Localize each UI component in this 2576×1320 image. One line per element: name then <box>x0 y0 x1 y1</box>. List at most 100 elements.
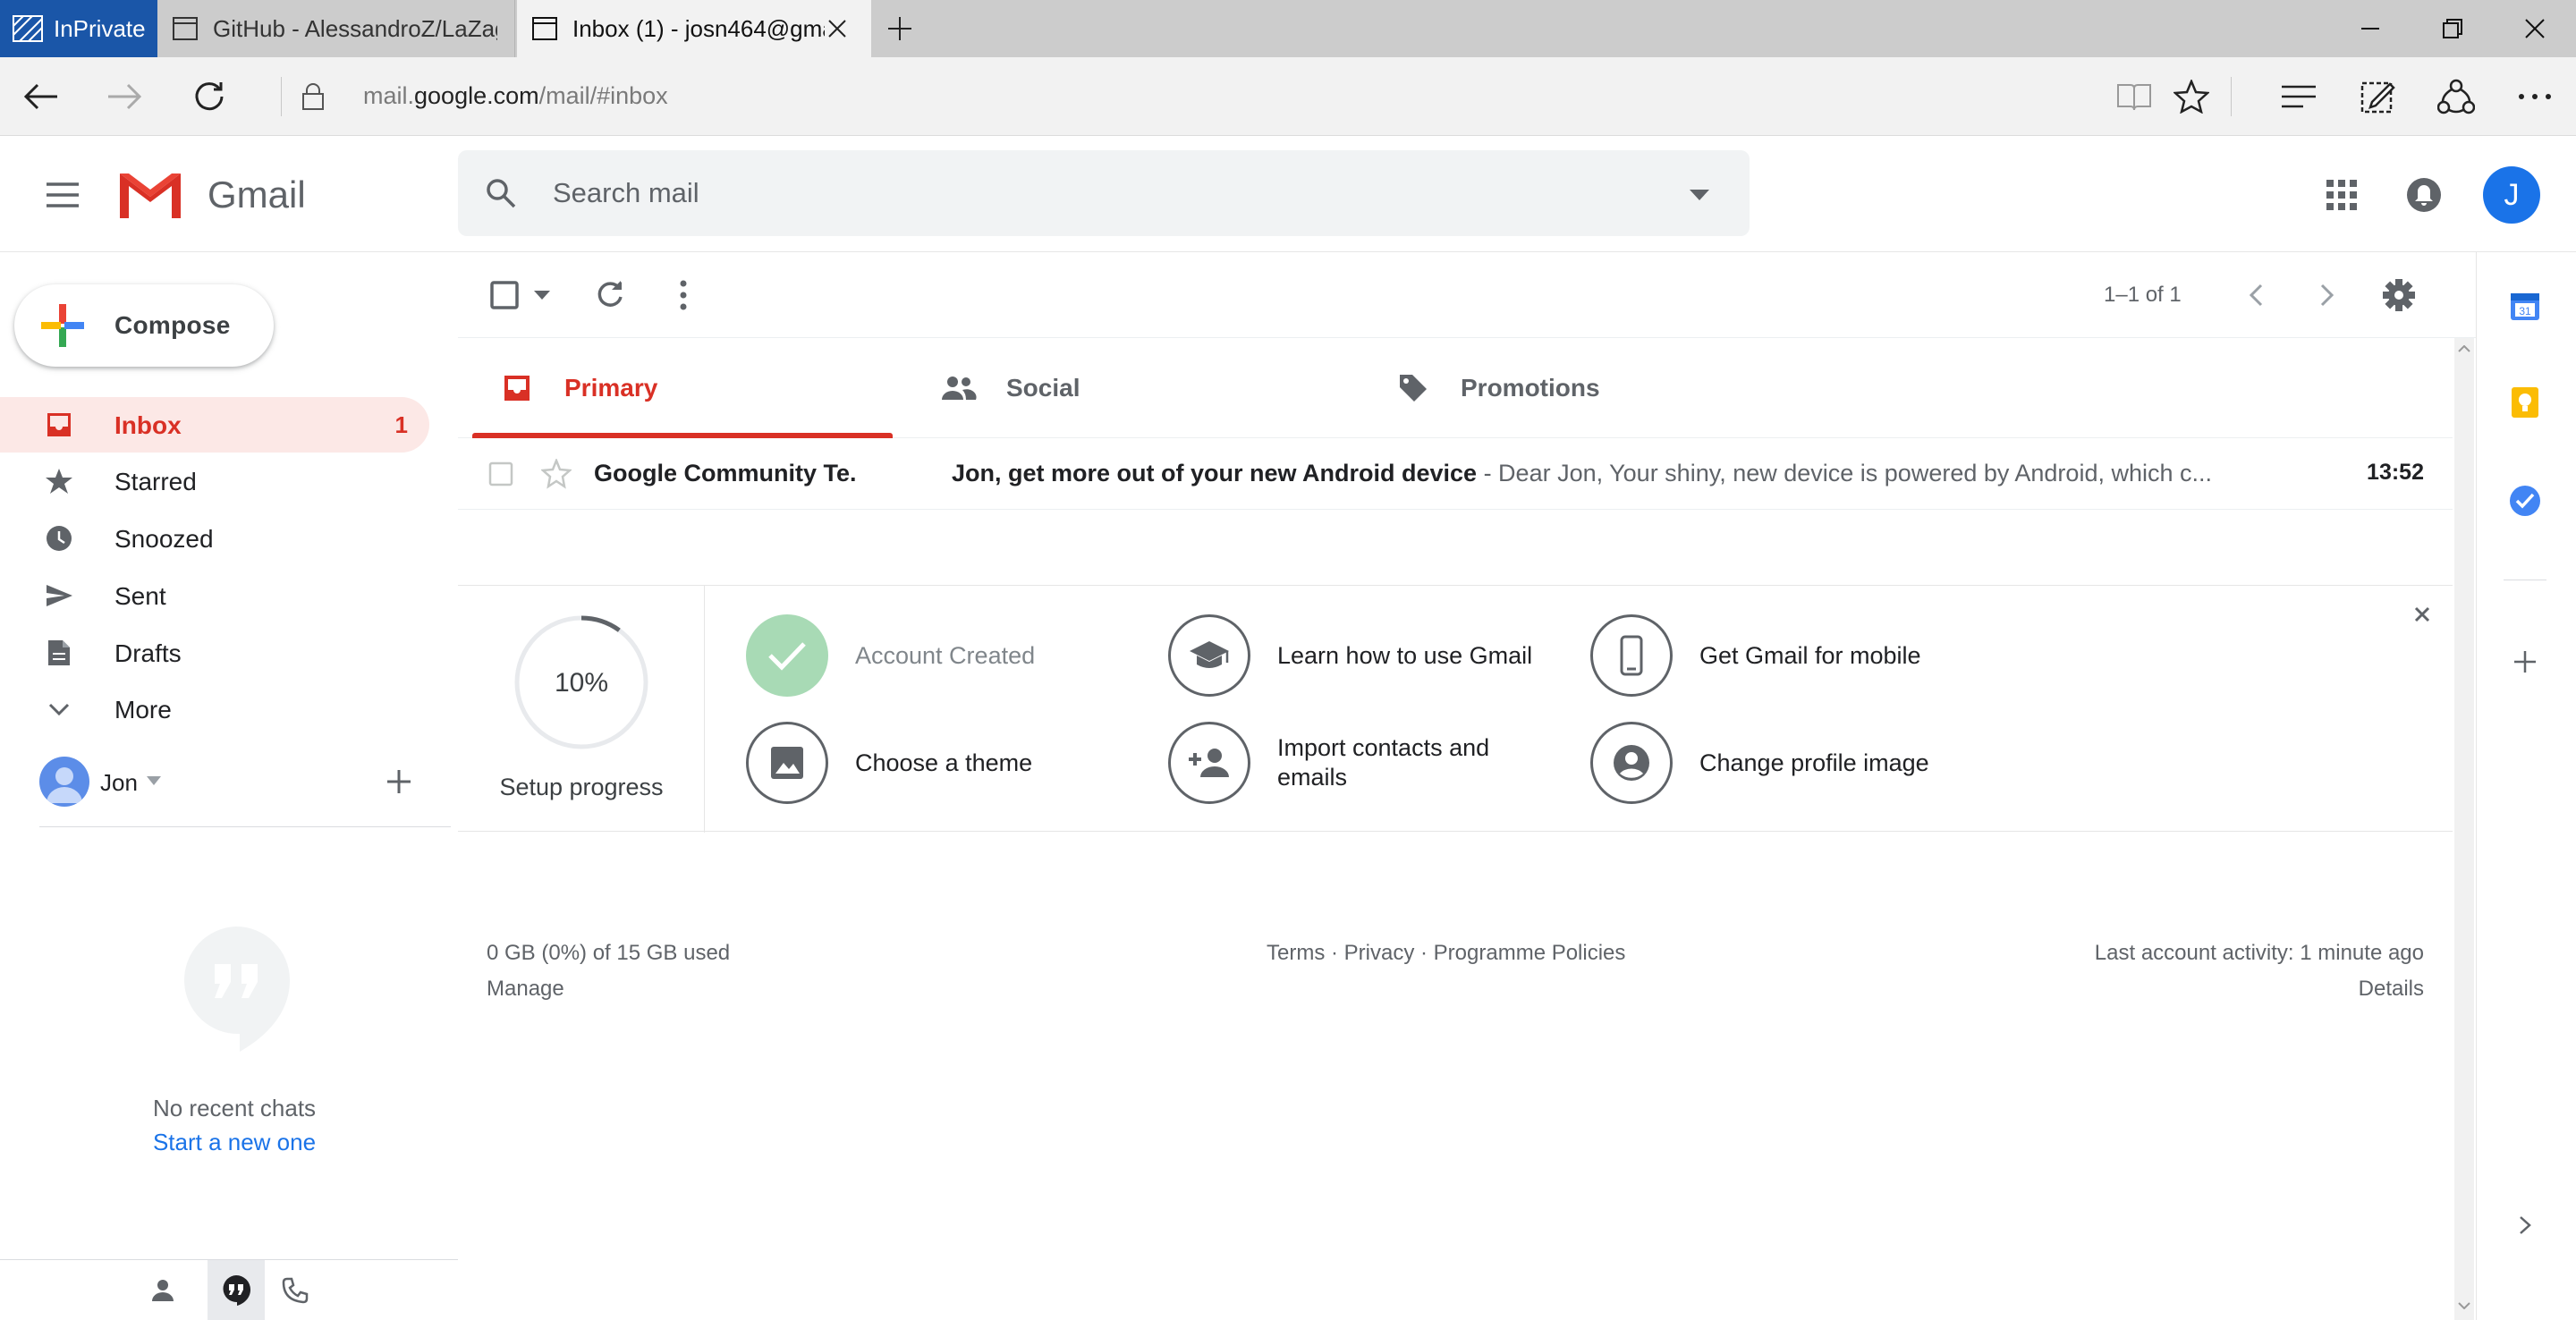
side-panel: 31 <box>2476 252 2576 1320</box>
tab-title: Inbox (1) - josn464@gmail.com <box>572 14 825 42</box>
sidebar-item-drafts[interactable]: Drafts <box>0 625 429 681</box>
main-menu-icon[interactable] <box>39 172 86 218</box>
web-note-icon[interactable] <box>2354 73 2401 120</box>
chevron-left-icon[interactable] <box>2234 274 2277 317</box>
inprivate-badge: InPrivate <box>0 0 157 57</box>
search-options-caret-icon[interactable] <box>1682 177 1717 213</box>
browser-tab-inbox[interactable]: Inbox (1) - josn464@gmail.com <box>517 0 871 57</box>
search-bar[interactable] <box>458 150 1750 236</box>
tab-label: Social <box>1006 374 1080 402</box>
footer-links[interactable]: Terms · Privacy · Programme Policies <box>1267 941 1625 966</box>
select-all-checkbox[interactable] <box>483 274 526 317</box>
sidebar-item-label: More <box>114 696 172 723</box>
sidebar-item-label: Drafts <box>114 639 182 667</box>
reading-view-icon[interactable] <box>2111 73 2157 120</box>
sidebar-item-sent[interactable]: Sent <box>0 568 429 623</box>
more-dots-icon[interactable] <box>2512 73 2558 120</box>
email-snippet: - Dear Jon, Your shiny, new device is po… <box>1477 460 2212 487</box>
restore-icon[interactable] <box>2411 0 2494 57</box>
scroll-up-icon[interactable] <box>2454 338 2474 360</box>
refresh-mail-icon[interactable] <box>589 274 631 317</box>
chevron-right-icon[interactable] <box>2306 274 2349 317</box>
activity-details-link[interactable]: Details <box>2359 977 2424 1002</box>
email-list-row[interactable]: Google Community Te. Jon, get more out o… <box>458 438 2453 510</box>
gmail-wordmark[interactable]: Gmail <box>208 173 306 216</box>
forward-arrow-icon[interactable] <box>101 73 148 120</box>
sidebar-item-inbox[interactable]: Inbox 1 <box>0 397 429 453</box>
email-subject: Jon, get more out of your new Android de… <box>952 460 1478 487</box>
window-close-icon[interactable] <box>2494 0 2576 57</box>
add-addon-plus-icon[interactable] <box>2500 637 2550 687</box>
more-vertical-icon[interactable] <box>662 274 705 317</box>
person-icon[interactable] <box>141 1269 184 1312</box>
minimize-icon[interactable] <box>2329 0 2411 57</box>
scrollbar[interactable] <box>2454 338 2474 1320</box>
tab-promotions[interactable]: Promotions <box>1368 338 1789 438</box>
favorite-star-icon[interactable] <box>2168 73 2215 120</box>
progress-percentage: 10% <box>554 668 609 698</box>
email-sender: Google Community Te. <box>594 460 857 487</box>
close-tab-icon[interactable] <box>821 13 853 45</box>
tag-icon <box>1395 370 1431 406</box>
calendar-icon[interactable]: 31 <box>2500 281 2550 331</box>
select-caret-down-icon[interactable] <box>528 274 556 317</box>
add-person-icon <box>1168 722 1250 804</box>
tab-primary[interactable]: Primary <box>472 338 893 438</box>
compose-button[interactable]: Compose <box>14 284 274 367</box>
last-activity: Last account activity: 1 minute ago <box>2094 941 2424 965</box>
add-contact-plus-icon[interactable] <box>381 764 417 800</box>
divider <box>39 826 451 827</box>
tab-social[interactable]: Social <box>914 338 1335 438</box>
user-avatar-icon <box>39 757 89 807</box>
close-icon[interactable] <box>2406 598 2438 630</box>
lock-icon[interactable] <box>295 79 331 114</box>
people-icon <box>941 370 977 406</box>
browser-tab-github[interactable]: GitHub - AlessandroZ/LaZagne <box>157 0 515 57</box>
refresh-icon[interactable] <box>186 73 233 120</box>
apps-grid-icon[interactable] <box>2320 173 2363 216</box>
keep-bulb-icon[interactable] <box>2500 377 2550 427</box>
url-prefix: mail. <box>363 82 415 109</box>
sidebar-item-snoozed[interactable]: Snoozed <box>0 511 429 566</box>
tab-label: Primary <box>564 374 658 402</box>
task-label: Import contacts and emails <box>1277 734 1490 791</box>
phone-icon[interactable] <box>274 1269 317 1312</box>
pagination-count: 1–1 of 1 <box>2104 283 2182 307</box>
category-tabs: Primary Social Promotions <box>458 338 2453 438</box>
row-checkbox[interactable] <box>487 460 515 488</box>
search-input[interactable] <box>553 170 1626 216</box>
send-icon <box>43 580 75 612</box>
sidebar-item-label: Inbox <box>114 411 182 439</box>
share-icon[interactable] <box>2433 73 2479 120</box>
tab-title: GitHub - AlessandroZ/LaZagne <box>213 14 497 42</box>
scroll-down-icon[interactable] <box>2454 1295 2474 1316</box>
notifications-bell-icon[interactable] <box>2402 173 2445 216</box>
separator <box>2231 77 2232 116</box>
manage-storage-link[interactable]: Manage <box>487 977 564 1002</box>
hub-icon[interactable] <box>2275 73 2322 120</box>
start-new-chat-link[interactable]: Start a new one <box>0 1129 469 1156</box>
account-avatar[interactable]: J <box>2483 166 2540 224</box>
star-outline-icon[interactable] <box>538 456 574 492</box>
task-label: Account Created <box>855 641 1036 669</box>
sidebar-item-label: Sent <box>114 582 166 610</box>
search-icon[interactable] <box>481 173 521 213</box>
caret-down-icon[interactable] <box>143 767 165 794</box>
progress-label: Setup progress <box>499 774 664 800</box>
tasks-check-icon[interactable] <box>2500 476 2550 526</box>
sidebar-item-starred[interactable]: Starred <box>0 453 429 509</box>
email-time: 13:52 <box>2367 460 2424 485</box>
hangouts-chat-icon[interactable] <box>208 1260 265 1320</box>
browser-address-bar: mail.google.com/mail/#inbox <box>0 57 2576 136</box>
phone-device-icon <box>1590 614 1673 697</box>
gear-icon[interactable] <box>2377 274 2420 317</box>
hangouts-account[interactable]: Jon <box>39 755 451 808</box>
back-arrow-icon[interactable] <box>18 73 64 120</box>
address-url[interactable]: mail.google.com/mail/#inbox <box>363 82 668 110</box>
url-path: /mail/#inbox <box>538 82 668 109</box>
sidebar-item-more[interactable]: More <box>0 681 429 737</box>
gmail-logo-icon[interactable] <box>116 168 184 222</box>
task-label: Get Gmail for mobile <box>1699 641 1921 669</box>
new-tab-icon[interactable] <box>882 11 918 47</box>
chevron-right-icon[interactable] <box>2500 1200 2550 1250</box>
